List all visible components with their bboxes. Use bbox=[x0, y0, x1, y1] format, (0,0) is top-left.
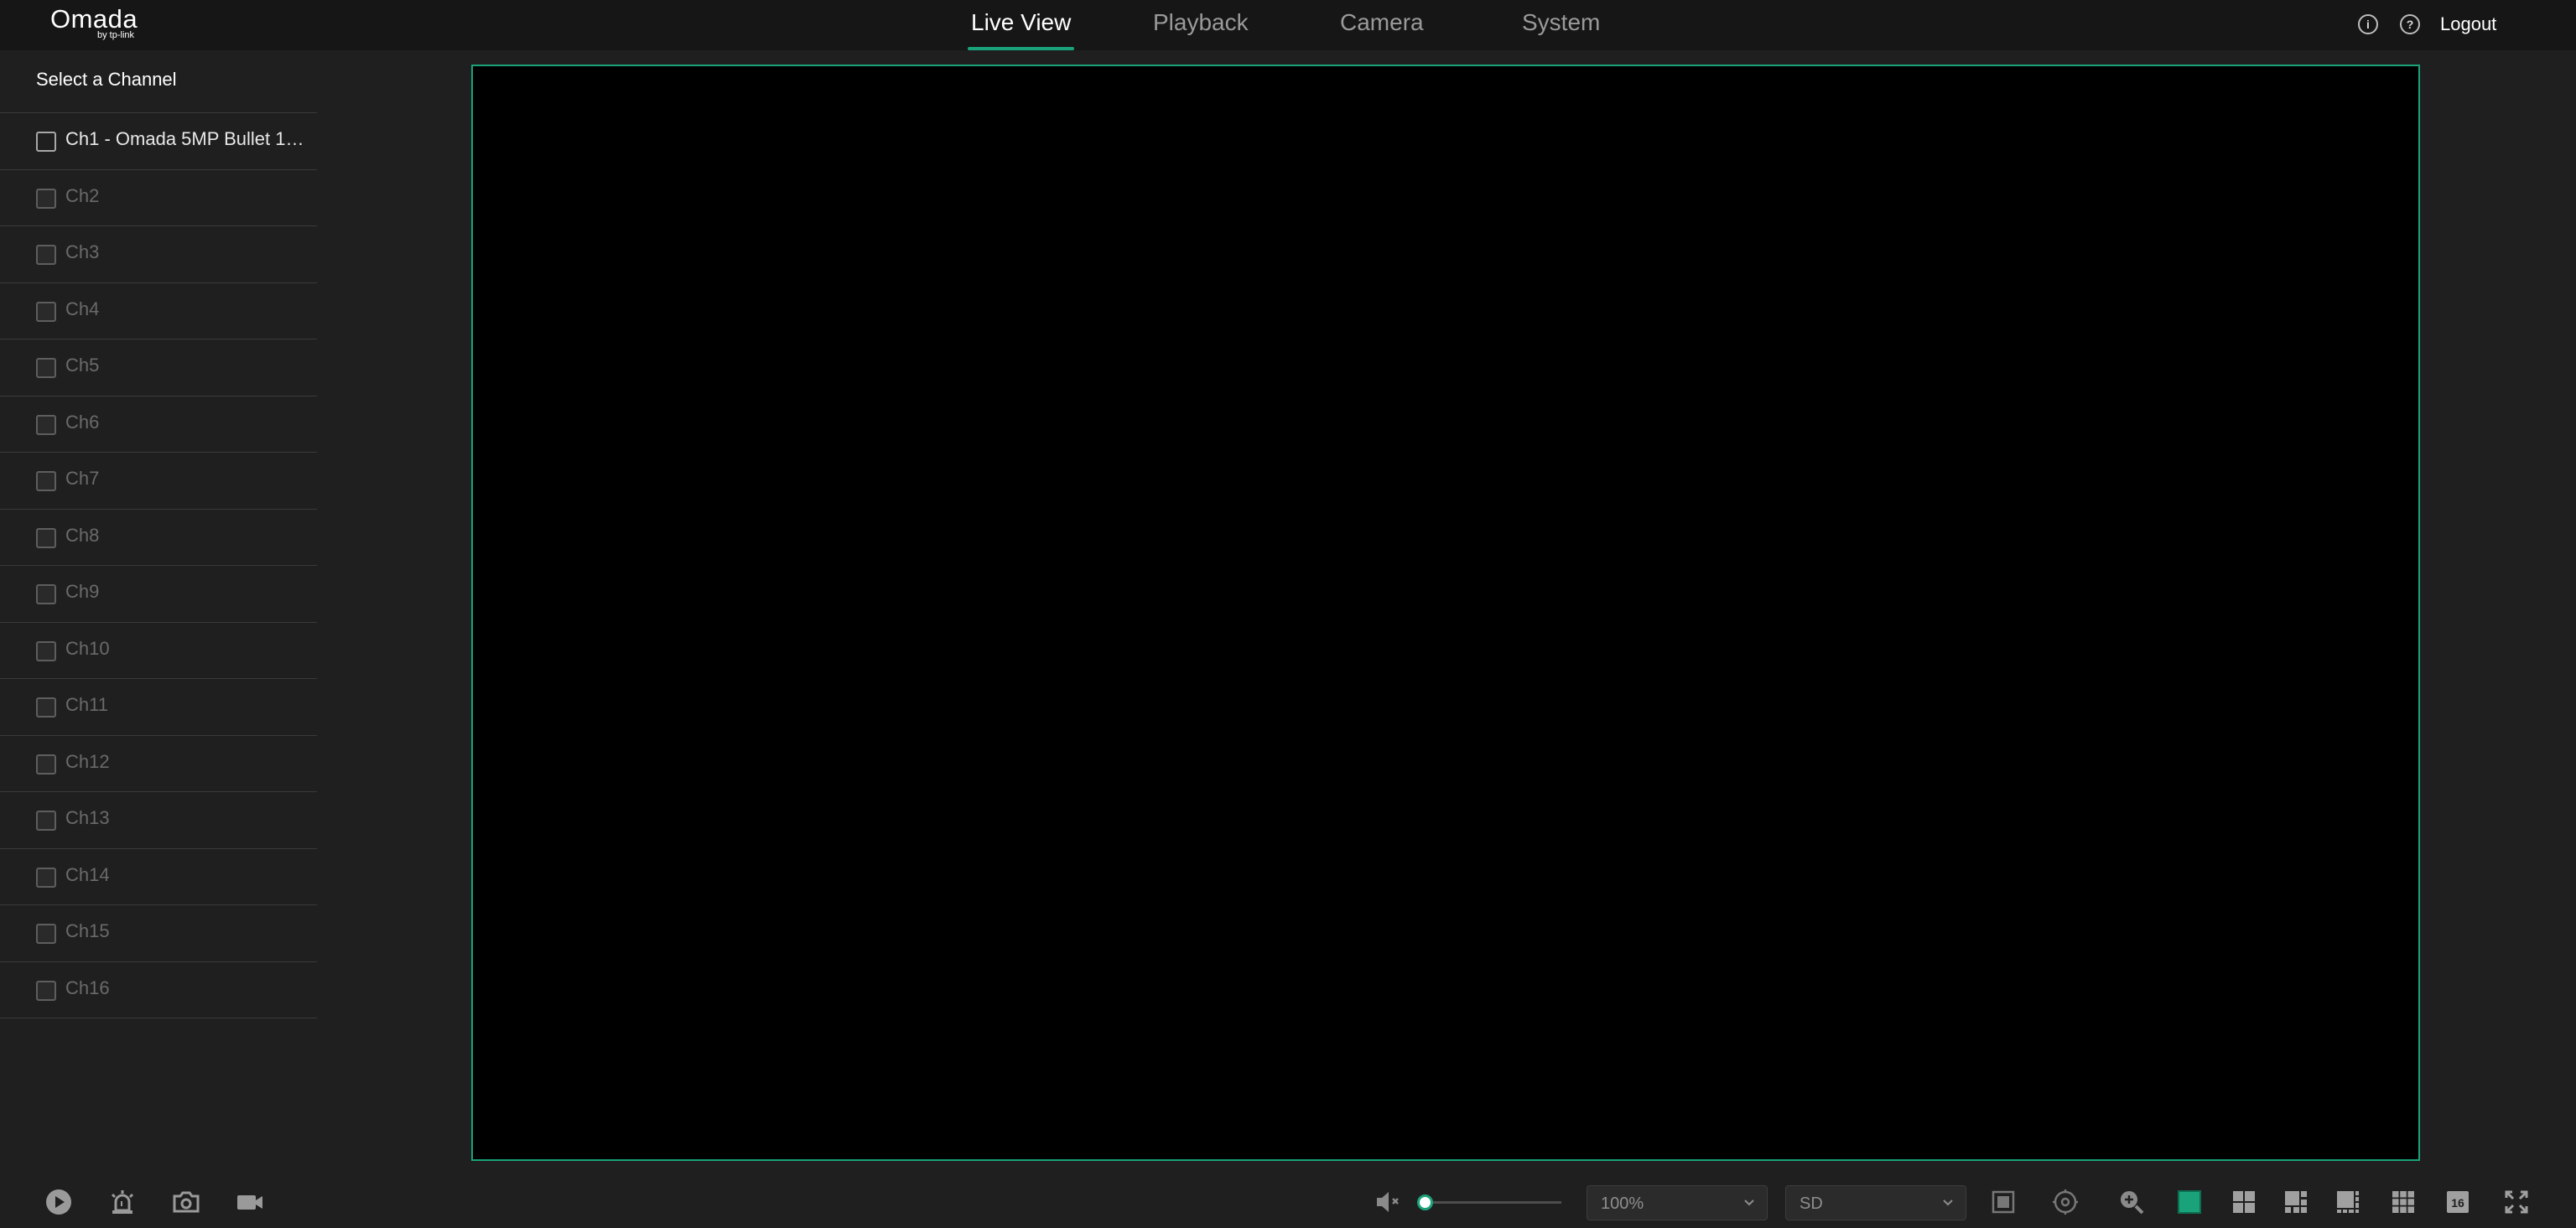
channel-item[interactable]: Ch13 bbox=[0, 792, 317, 849]
channel-label: Ch1 - Omada 5MP Bullet 1.0... bbox=[65, 128, 309, 149]
tab-system[interactable]: System bbox=[1522, 0, 1600, 50]
channel-label: Ch10 bbox=[65, 637, 110, 659]
channel-item[interactable]: Ch8 bbox=[0, 510, 317, 566]
chevron-down-icon bbox=[1943, 1200, 1953, 1206]
channel-checkbox[interactable] bbox=[36, 527, 56, 548]
play-icon[interactable] bbox=[42, 1185, 75, 1219]
channel-label: Ch8 bbox=[65, 524, 100, 546]
live-video-pane[interactable] bbox=[471, 65, 2420, 1161]
channel-checkbox[interactable] bbox=[36, 811, 56, 831]
record-icon[interactable] bbox=[233, 1185, 267, 1219]
channel-item[interactable]: Ch9 bbox=[0, 566, 317, 623]
alarm-icon[interactable] bbox=[106, 1185, 139, 1219]
channel-checkbox[interactable] bbox=[36, 584, 56, 604]
channel-list: Ch1 - Omada 5MP Bullet 1.0... Ch2 Ch3 Ch4 Ch… bbox=[0, 112, 317, 1018]
top-header: Omada by tp-link Live View Playback Came… bbox=[0, 0, 2576, 50]
channel-label: Ch3 bbox=[65, 241, 100, 262]
speaker-muted-icon[interactable] bbox=[1372, 1185, 1405, 1219]
channel-item[interactable]: Ch3 bbox=[0, 226, 317, 283]
channel-item[interactable]: Ch10 bbox=[0, 623, 317, 679]
channel-label: Ch5 bbox=[65, 355, 100, 376]
header-actions: i ? Logout bbox=[2358, 10, 2496, 39]
channel-label: Ch11 bbox=[65, 694, 108, 715]
layout-16-icon[interactable]: 16 bbox=[2441, 1185, 2475, 1219]
help-icon[interactable]: ? bbox=[2400, 14, 2420, 34]
tab-playback[interactable]: Playback bbox=[1153, 0, 1249, 50]
channel-label: Ch15 bbox=[65, 920, 110, 941]
logout-button[interactable]: Logout bbox=[2440, 10, 2496, 39]
channel-label: Ch16 bbox=[65, 977, 110, 998]
bottom-toolbar: 100% SD 16 bbox=[0, 1174, 2576, 1228]
chevron-down-icon bbox=[1744, 1200, 1754, 1206]
channel-item[interactable]: Ch7 bbox=[0, 453, 317, 510]
layout-16-label: 16 bbox=[2451, 1196, 2464, 1210]
layout-9-icon[interactable] bbox=[2386, 1185, 2420, 1219]
channel-checkbox[interactable] bbox=[36, 132, 56, 152]
info-icon[interactable]: i bbox=[2358, 14, 2378, 34]
channel-checkbox[interactable] bbox=[36, 867, 56, 888]
channel-checkbox[interactable] bbox=[36, 188, 56, 209]
logo-subtext: by tp-link bbox=[97, 30, 135, 40]
sidebar-title: Select a Channel bbox=[36, 69, 177, 90]
fullscreen-icon[interactable] bbox=[2500, 1185, 2533, 1219]
layout-4-icon[interactable] bbox=[2227, 1185, 2261, 1219]
fit-screen-icon[interactable] bbox=[1987, 1185, 2020, 1219]
channel-checkbox[interactable] bbox=[36, 301, 56, 322]
channel-item[interactable]: Ch6 bbox=[0, 396, 317, 453]
channel-item[interactable]: Ch5 bbox=[0, 339, 317, 396]
channel-checkbox[interactable] bbox=[36, 924, 56, 944]
channel-checkbox[interactable] bbox=[36, 754, 56, 775]
channel-item[interactable]: Ch2 bbox=[0, 170, 317, 226]
channel-label: Ch6 bbox=[65, 411, 100, 433]
omada-logo[interactable]: Omada by tp-link bbox=[50, 5, 151, 44]
channel-item[interactable]: Ch16 bbox=[0, 962, 317, 1018]
ptz-icon[interactable] bbox=[2049, 1185, 2082, 1219]
zoom-select[interactable]: 100% bbox=[1587, 1185, 1768, 1220]
channel-item[interactable]: Ch12 bbox=[0, 736, 317, 792]
tab-live-view[interactable]: Live View bbox=[967, 0, 1075, 50]
channel-checkbox[interactable] bbox=[36, 471, 56, 491]
volume-slider-track[interactable] bbox=[1426, 1201, 1561, 1204]
tab-camera[interactable]: Camera bbox=[1340, 0, 1424, 50]
logo-text: Omada bbox=[50, 4, 138, 34]
channel-label: Ch14 bbox=[65, 863, 110, 885]
channel-label: Ch4 bbox=[65, 298, 100, 319]
channel-item[interactable]: Ch4 bbox=[0, 283, 317, 339]
channel-sidebar: Select a Channel Ch1 - Omada 5MP Bullet … bbox=[0, 50, 317, 1174]
channel-checkbox[interactable] bbox=[36, 414, 56, 435]
layout-6-icon[interactable] bbox=[2279, 1185, 2313, 1219]
channel-label: Ch12 bbox=[65, 750, 110, 772]
channel-checkbox[interactable] bbox=[36, 697, 56, 718]
channel-checkbox[interactable] bbox=[36, 245, 56, 265]
zoom-select-value: 100% bbox=[1601, 1194, 1644, 1213]
channel-item[interactable]: Ch1 - Omada 5MP Bullet 1.0... bbox=[0, 113, 317, 170]
channel-label: Ch13 bbox=[65, 807, 110, 828]
layout-8-icon[interactable] bbox=[2331, 1185, 2365, 1219]
zoom-in-icon[interactable] bbox=[2115, 1185, 2148, 1219]
stream-select[interactable]: SD bbox=[1785, 1185, 1966, 1220]
channel-checkbox[interactable] bbox=[36, 980, 56, 1001]
snapshot-icon[interactable] bbox=[169, 1185, 203, 1219]
channel-item[interactable]: Ch14 bbox=[0, 849, 317, 905]
channel-checkbox[interactable] bbox=[36, 640, 56, 661]
volume-slider-handle[interactable] bbox=[1417, 1194, 1433, 1210]
stream-select-value: SD bbox=[1800, 1194, 1823, 1213]
channel-checkbox[interactable] bbox=[36, 358, 56, 378]
channel-item[interactable]: Ch15 bbox=[0, 905, 317, 962]
channel-label: Ch7 bbox=[65, 468, 100, 489]
layout-1-icon[interactable] bbox=[2173, 1185, 2206, 1219]
channel-label: Ch9 bbox=[65, 581, 100, 602]
channel-item[interactable]: Ch11 bbox=[0, 679, 317, 736]
channel-label: Ch2 bbox=[65, 184, 100, 206]
